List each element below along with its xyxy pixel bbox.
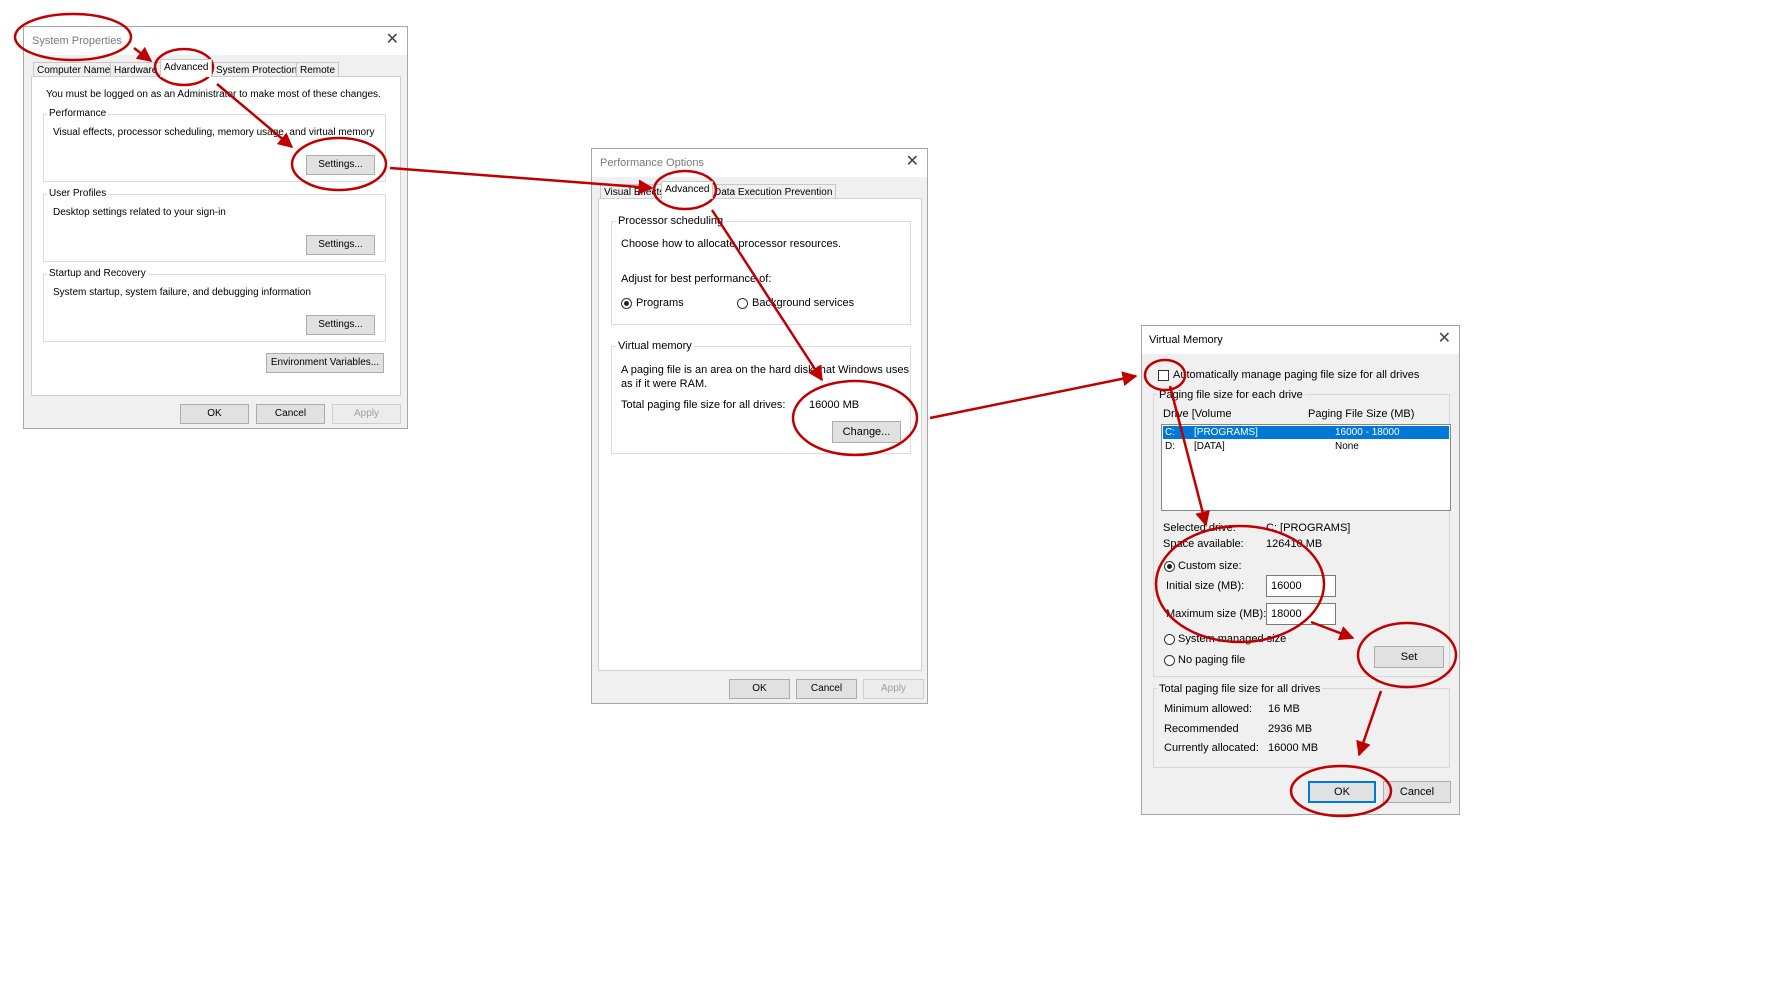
auto-manage-label[interactable]: Automatically manage paging file size fo… [1173, 369, 1419, 381]
admin-note: You must be logged on as an Administrato… [46, 89, 381, 100]
tab-hardware[interactable]: Hardware [110, 62, 162, 77]
processor-desc: Choose how to allocate processor resourc… [621, 238, 842, 250]
tab-visual-effects[interactable]: Visual Effects [600, 184, 669, 199]
adjust-label: Adjust for best performance of: [621, 273, 772, 285]
window-title: Performance Options [600, 157, 704, 169]
window-title: Virtual Memory [1149, 334, 1223, 346]
maximum-size-label: Maximum size (MB): [1166, 608, 1267, 620]
tab-system-protection[interactable]: System Protection [212, 62, 302, 77]
advanced-panel: Processor scheduling Choose how to alloc… [598, 198, 922, 671]
auto-manage-checkbox[interactable] [1158, 370, 1169, 381]
drive-letter: D: [1165, 441, 1175, 452]
virtual-memory-desc-2: as if it were RAM. [621, 378, 708, 390]
minimum-allowed-value: 16 MB [1268, 703, 1300, 715]
title-bar: Performance Options ✕ [592, 149, 927, 177]
cancel-button[interactable]: Cancel [796, 679, 857, 699]
paging-file-group: Paging file size for each drive Drive [V… [1153, 389, 1451, 677]
no-paging-label[interactable]: No paging file [1178, 654, 1245, 666]
list-item[interactable]: C: [PROGRAMS] 16000 - 18000 [1163, 426, 1449, 439]
tab-advanced[interactable]: Advanced [661, 181, 714, 199]
processor-scheduling-group: Processor scheduling Choose how to alloc… [611, 215, 911, 325]
startup-recovery-group: Startup and Recovery System startup, sys… [43, 268, 386, 342]
user-profiles-label: User Profiles [47, 188, 109, 199]
environment-variables-button[interactable]: Environment Variables... [266, 353, 384, 373]
ok-button[interactable]: OK [180, 404, 249, 424]
user-profiles-settings-button[interactable]: Settings... [306, 235, 375, 255]
total-paging-label: Total paging file size for all drives: [621, 399, 786, 411]
paging-file-group-label: Paging file size for each drive [1157, 389, 1305, 401]
programs-label[interactable]: Programs [636, 297, 684, 309]
apply-button[interactable]: Apply [863, 679, 924, 699]
drive-volume: [PROGRAMS] [1194, 427, 1258, 438]
tab-data-execution-prevention[interactable]: Data Execution Prevention [710, 184, 837, 199]
performance-group: Performance Visual effects, processor sc… [43, 108, 386, 182]
title-bar: System Properties ✕ [24, 27, 407, 55]
currently-allocated-value: 16000 MB [1268, 742, 1319, 754]
col-drive-header: Drive [Volume [1163, 408, 1232, 420]
drive-size: 16000 - 18000 [1335, 427, 1400, 438]
title-bar: Virtual Memory ✕ [1142, 326, 1459, 354]
cancel-button[interactable]: Cancel [1383, 781, 1451, 803]
no-paging-radio[interactable] [1164, 655, 1175, 666]
col-size-header: Paging File Size (MB) [1308, 408, 1415, 420]
system-managed-radio[interactable] [1164, 634, 1175, 645]
total-paging-group: Total paging file size for all drives Mi… [1153, 683, 1450, 768]
initial-size-input[interactable] [1266, 575, 1336, 597]
space-available-value: 126410 MB [1266, 538, 1323, 550]
currently-allocated-label: Currently allocated: [1164, 742, 1259, 754]
drive-size: None [1335, 441, 1359, 452]
selected-drive-value: C: [PROGRAMS] [1266, 522, 1351, 534]
custom-size-label[interactable]: Custom size: [1178, 560, 1242, 572]
drive-list[interactable]: C: [PROGRAMS] 16000 - 18000 D: [DATA] No… [1161, 424, 1451, 511]
user-profiles-desc: Desktop settings related to your sign-in [53, 207, 226, 218]
system-managed-label[interactable]: System managed size [1178, 633, 1286, 645]
recommended-value: 2936 MB [1268, 723, 1313, 735]
programs-radio[interactable] [621, 298, 632, 309]
cancel-button[interactable]: Cancel [256, 404, 325, 424]
change-button[interactable]: Change... [832, 421, 901, 443]
startup-recovery-label: Startup and Recovery [47, 268, 148, 279]
virtual-memory-group: Virtual memory A paging file is an area … [611, 340, 911, 454]
custom-size-radio[interactable] [1164, 561, 1175, 572]
performance-options-window: Performance Options ✕ Visual Effects Adv… [591, 148, 928, 704]
performance-settings-button[interactable]: Settings... [306, 155, 375, 175]
close-icon[interactable]: ✕ [1438, 330, 1451, 348]
background-services-radio[interactable] [737, 298, 748, 309]
startup-recovery-settings-button[interactable]: Settings... [306, 315, 375, 335]
ok-button[interactable]: OK [729, 679, 790, 699]
virtual-memory-window: Virtual Memory ✕ Automatically manage pa… [1141, 325, 1460, 815]
virtual-memory-desc-1: A paging file is an area on the hard dis… [621, 364, 910, 376]
processor-scheduling-label: Processor scheduling [616, 215, 726, 227]
selected-drive-label: Selected drive: [1163, 522, 1236, 534]
virtual-memory-label: Virtual memory [616, 340, 694, 352]
recommended-label: Recommended [1164, 723, 1239, 735]
close-icon[interactable]: ✕ [906, 153, 919, 171]
drive-volume: [DATA] [1194, 441, 1225, 452]
background-services-label[interactable]: Background services [752, 297, 854, 309]
performance-label: Performance [47, 108, 109, 119]
maximum-size-input[interactable] [1266, 603, 1336, 625]
list-item[interactable]: D: [DATA] None [1163, 440, 1449, 453]
tab-computer-name[interactable]: Computer Name [33, 62, 115, 77]
system-properties-window: System Properties ✕ Computer Name Hardwa… [23, 26, 408, 429]
total-paging-group-label: Total paging file size for all drives [1157, 683, 1323, 695]
drive-letter: C: [1165, 427, 1175, 438]
minimum-allowed-label: Minimum allowed: [1164, 703, 1253, 715]
close-icon[interactable]: ✕ [386, 31, 399, 49]
set-button[interactable]: Set [1374, 646, 1444, 668]
performance-desc: Visual effects, processor scheduling, me… [53, 127, 375, 138]
ok-button[interactable]: OK [1308, 781, 1376, 803]
apply-button[interactable]: Apply [332, 404, 401, 424]
annotation-arrow [929, 371, 1138, 420]
advanced-panel: You must be logged on as an Administrato… [31, 76, 401, 396]
tab-advanced[interactable]: Advanced [160, 59, 213, 77]
total-paging-value: 16000 MB [809, 399, 860, 411]
space-available-label: Space available: [1163, 538, 1244, 550]
user-profiles-group: User Profiles Desktop settings related t… [43, 188, 386, 262]
tab-remote[interactable]: Remote [296, 62, 340, 77]
startup-recovery-desc: System startup, system failure, and debu… [53, 287, 311, 298]
window-title: System Properties [32, 35, 122, 47]
initial-size-label: Initial size (MB): [1166, 580, 1245, 592]
